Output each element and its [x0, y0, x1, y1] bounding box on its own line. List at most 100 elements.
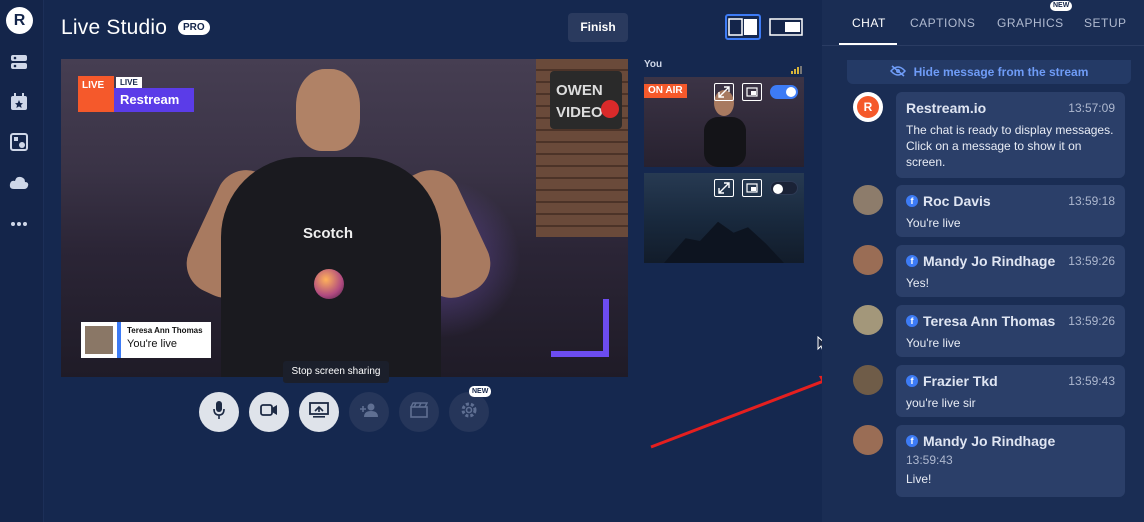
lower-third-name: Teresa Ann Thomas — [127, 326, 203, 335]
live-pill: LIVE — [116, 77, 142, 88]
video-camera-icon — [260, 403, 278, 421]
hide-message-button[interactable]: Hide message from the stream — [847, 60, 1131, 84]
avatar — [85, 326, 113, 354]
page-title: Live Studio — [61, 16, 168, 39]
camera-onair-toggle[interactable] — [770, 85, 798, 99]
left-rail: R — [0, 0, 44, 522]
gear-icon — [459, 400, 479, 425]
live-studio-app: R Live Studio PRO Finish OWEN VIDEO Scot… — [0, 0, 1144, 522]
avatar — [853, 365, 883, 395]
eye-off-icon — [889, 64, 906, 80]
message-text: You're live — [906, 216, 961, 230]
facebook-icon: f — [906, 315, 918, 327]
tab-graphics[interactable]: GRAPHICS — [997, 16, 1064, 30]
avatar: R — [853, 92, 883, 122]
active-tab-indicator — [839, 43, 897, 45]
message-text: You're live — [906, 336, 961, 350]
message-text: Live! — [906, 472, 932, 486]
facebook-icon: f — [906, 255, 918, 267]
camera-button[interactable] — [249, 392, 289, 432]
screen-onair-toggle[interactable] — [770, 181, 798, 195]
facebook-icon: f — [906, 375, 918, 387]
new-badge: NEW — [469, 386, 492, 397]
message-time: 13:59:43 — [906, 453, 953, 467]
clapperboard-icon — [410, 401, 429, 423]
message-author: Roc Davis — [923, 193, 991, 209]
tab-captions[interactable]: CAPTIONS — [910, 16, 975, 30]
lower-third-banner: Teresa Ann Thomas You're live — [81, 322, 211, 358]
layout-split-button[interactable] — [725, 14, 761, 40]
avatar — [853, 185, 883, 215]
message-card[interactable]: f Teresa Ann Thomas 13:59:26 You're live — [896, 305, 1125, 357]
message-text: you're live sir — [906, 396, 976, 410]
message-time: 13:59:18 — [1068, 194, 1115, 208]
invite-guest-button[interactable] — [349, 392, 389, 432]
message-time: 13:59:43 — [1068, 374, 1115, 388]
owen-video-sign: OWEN VIDEO — [550, 71, 622, 129]
cloud-icon[interactable] — [9, 173, 29, 193]
message-text: Yes! — [906, 276, 929, 290]
message-time: 13:59:26 — [1068, 314, 1115, 328]
pip-icon[interactable] — [742, 179, 762, 197]
screen-share-icon — [309, 401, 329, 423]
svg-text:OWEN: OWEN — [556, 82, 603, 99]
expand-icon[interactable] — [714, 179, 734, 197]
finish-button[interactable]: Finish — [568, 13, 628, 42]
tab-setup[interactable]: SETUP — [1084, 16, 1127, 30]
microphone-button[interactable] — [199, 392, 239, 432]
frame-corner-graphic — [551, 299, 609, 357]
star-calendar-icon[interactable] — [9, 92, 29, 112]
message-time: 13:59:26 — [1068, 254, 1115, 268]
more-icon[interactable] — [9, 214, 29, 234]
hide-message-label: Hide message from the stream — [913, 65, 1089, 79]
pro-badge: PRO — [178, 20, 210, 35]
add-user-icon — [359, 403, 379, 422]
scenes-icon[interactable] — [9, 132, 29, 152]
presenter — [221, 157, 441, 377]
microphone-icon — [212, 400, 226, 425]
panel-tabs: CHAT CAPTIONS GRAPHICS NEW SETUP — [822, 0, 1144, 46]
camera-preview[interactable]: ON AIR — [644, 77, 804, 167]
shirt-text: Scotch — [303, 225, 354, 242]
chat-panel: CHAT CAPTIONS GRAPHICS NEW SETUP Hide me… — [822, 0, 1144, 522]
facebook-icon: f — [906, 195, 918, 207]
message-card[interactable]: f Mandy Jo Rindhage 13:59:26 Yes! — [896, 245, 1125, 297]
channels-icon[interactable] — [9, 52, 29, 72]
expand-icon[interactable] — [714, 83, 734, 101]
facebook-icon: f — [906, 435, 918, 447]
layout-pip-button[interactable] — [768, 14, 804, 40]
message-time: 13:57:09 — [1068, 101, 1115, 115]
brand-text: Restream — [120, 92, 180, 107]
live-overlay-logo: LIVE Restream LIVE — [78, 76, 194, 112]
stop-screen-share-button[interactable] — [299, 392, 339, 432]
message-author: Frazier Tkd — [923, 373, 998, 389]
avatar — [853, 305, 883, 335]
message-card[interactable]: Restream.io 13:57:09 The chat is ready t… — [896, 92, 1125, 178]
lower-third-message: You're live — [127, 338, 178, 350]
preview-label: You — [644, 59, 663, 70]
settings-button[interactable]: NEW — [449, 386, 492, 432]
message-author: Teresa Ann Thomas — [923, 313, 1056, 329]
on-air-badge: ON AIR — [644, 84, 687, 98]
message-text: The chat is ready to display messages. C… — [906, 123, 1114, 169]
svg-text:VIDEO: VIDEO — [556, 104, 603, 121]
media-button[interactable] — [399, 392, 439, 432]
live-tag-text: LIVE — [82, 80, 105, 91]
red-arrow-annotation — [649, 370, 841, 455]
new-badge: NEW — [1050, 1, 1073, 11]
avatar — [853, 245, 883, 275]
avatar — [853, 425, 883, 455]
message-card[interactable]: f Mandy Jo Rindhage 13:59:43 Live! — [896, 425, 1125, 497]
message-author: Restream.io — [906, 100, 987, 116]
studio-area: Live Studio PRO Finish OWEN VIDEO Scotch… — [44, 0, 839, 522]
pip-icon[interactable] — [742, 83, 762, 101]
screen-share-preview[interactable] — [644, 173, 804, 263]
message-author: Mandy Jo Rindhage — [923, 433, 1056, 449]
tooltip: Stop screen sharing — [283, 361, 389, 383]
restream-logo[interactable]: R — [6, 7, 33, 34]
main-video-canvas[interactable]: OWEN VIDEO Scotch LIVE Restream LIVE Ter… — [61, 59, 628, 377]
message-author: Mandy Jo Rindhage — [923, 253, 1056, 269]
message-card[interactable]: f Frazier Tkd 13:59:43 you're live sir — [896, 365, 1125, 417]
message-card[interactable]: f Roc Davis 13:59:18 You're live — [896, 185, 1125, 237]
tab-chat[interactable]: CHAT — [852, 16, 886, 30]
